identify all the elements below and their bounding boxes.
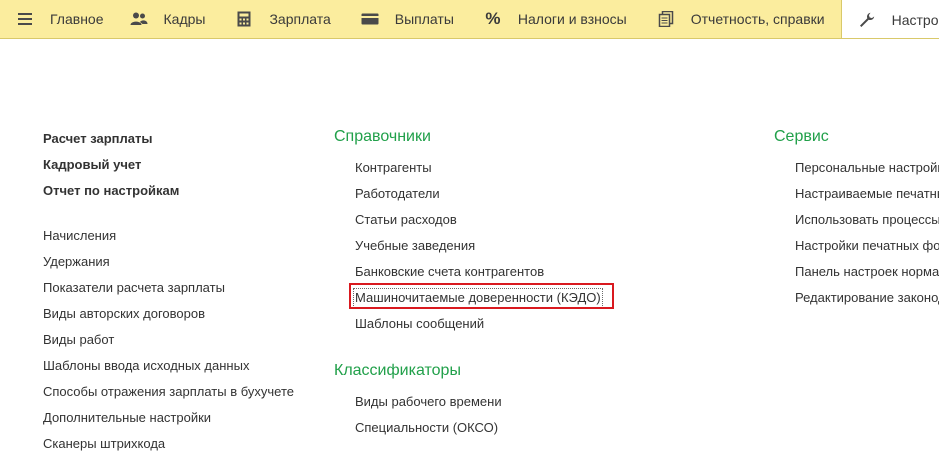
tab-payments[interactable]: Выплаты: [361, 0, 484, 38]
link-payroll-indicators[interactable]: Показатели расчета зарплаты: [43, 280, 225, 296]
link-payroll-accounting-methods[interactable]: Способы отражения зарплаты в бухучете: [43, 384, 294, 400]
link-working-time-types[interactable]: Виды рабочего времени: [355, 394, 502, 410]
classifiers-heading: Классификаторы: [334, 362, 461, 379]
tab-taxes[interactable]: % Налоги и взносы: [484, 0, 657, 38]
link-custom-print-forms[interactable]: Настраиваемые печатные формы: [795, 186, 939, 202]
link-hr-accounting[interactable]: Кадровый учет: [43, 157, 141, 173]
link-print-form-settings[interactable]: Настройки печатных форм: [795, 238, 939, 254]
menu-icon: [16, 10, 34, 28]
link-work-types[interactable]: Виды работ: [43, 332, 114, 348]
tab-label: Налоги и взносы: [517, 11, 627, 27]
link-legislation-editing[interactable]: Редактирование законодательства: [795, 290, 939, 306]
tab-salary[interactable]: Зарплата: [235, 0, 360, 38]
link-accruals[interactable]: Начисления: [43, 228, 116, 244]
link-input-templates[interactable]: Шаблоны ввода исходных данных: [43, 358, 249, 374]
link-settings-report[interactable]: Отчет по настройкам: [43, 183, 179, 199]
link-regulatory-settings-panel[interactable]: Панель настроек нормативных документов: [795, 264, 939, 280]
link-barcode-scanners[interactable]: Сканеры штрихкода: [43, 436, 165, 452]
link-author-contract-types[interactable]: Виды авторских договоров: [43, 306, 205, 322]
link-counterparties[interactable]: Контрагенты: [355, 160, 432, 176]
tab-label: Выплаты: [394, 11, 454, 27]
link-expense-items[interactable]: Статьи расходов: [355, 212, 457, 228]
tab-label: Главное: [50, 11, 104, 27]
link-counterparty-bank-accounts[interactable]: Банковские счета контрагентов: [355, 264, 544, 280]
highlight-frame: [349, 283, 614, 309]
link-specialties-okso[interactable]: Специальности (ОКСО): [355, 420, 498, 436]
documents-icon: [657, 10, 675, 28]
calculator-icon: [235, 10, 253, 28]
link-additional-settings[interactable]: Дополнительные настройки: [43, 410, 211, 426]
wallet-icon: [361, 10, 379, 28]
link-message-templates[interactable]: Шаблоны сообщений: [355, 316, 484, 332]
link-use-processes[interactable]: Использовать процессы: [795, 212, 939, 228]
tab-staff[interactable]: Кадры: [130, 0, 236, 38]
service-heading: Сервис: [774, 128, 829, 145]
tab-label: Кадры: [163, 11, 206, 27]
right-column: Сервис Персональные настройки Настраивае…: [774, 0, 939, 443]
link-educational-institutions[interactable]: Учебные заведения: [355, 238, 475, 254]
link-payroll-calculation[interactable]: Расчет зарплаты: [43, 131, 152, 147]
link-employers[interactable]: Работодатели: [355, 186, 440, 202]
people-icon: [130, 10, 148, 28]
link-deductions[interactable]: Удержания: [43, 254, 110, 270]
tab-label: Зарплата: [269, 11, 331, 27]
percent-icon: %: [485, 9, 501, 28]
link-personal-settings[interactable]: Персональные настройки: [795, 160, 939, 176]
directories-heading: Справочники: [334, 128, 431, 145]
tab-main[interactable]: Главное: [0, 0, 130, 38]
